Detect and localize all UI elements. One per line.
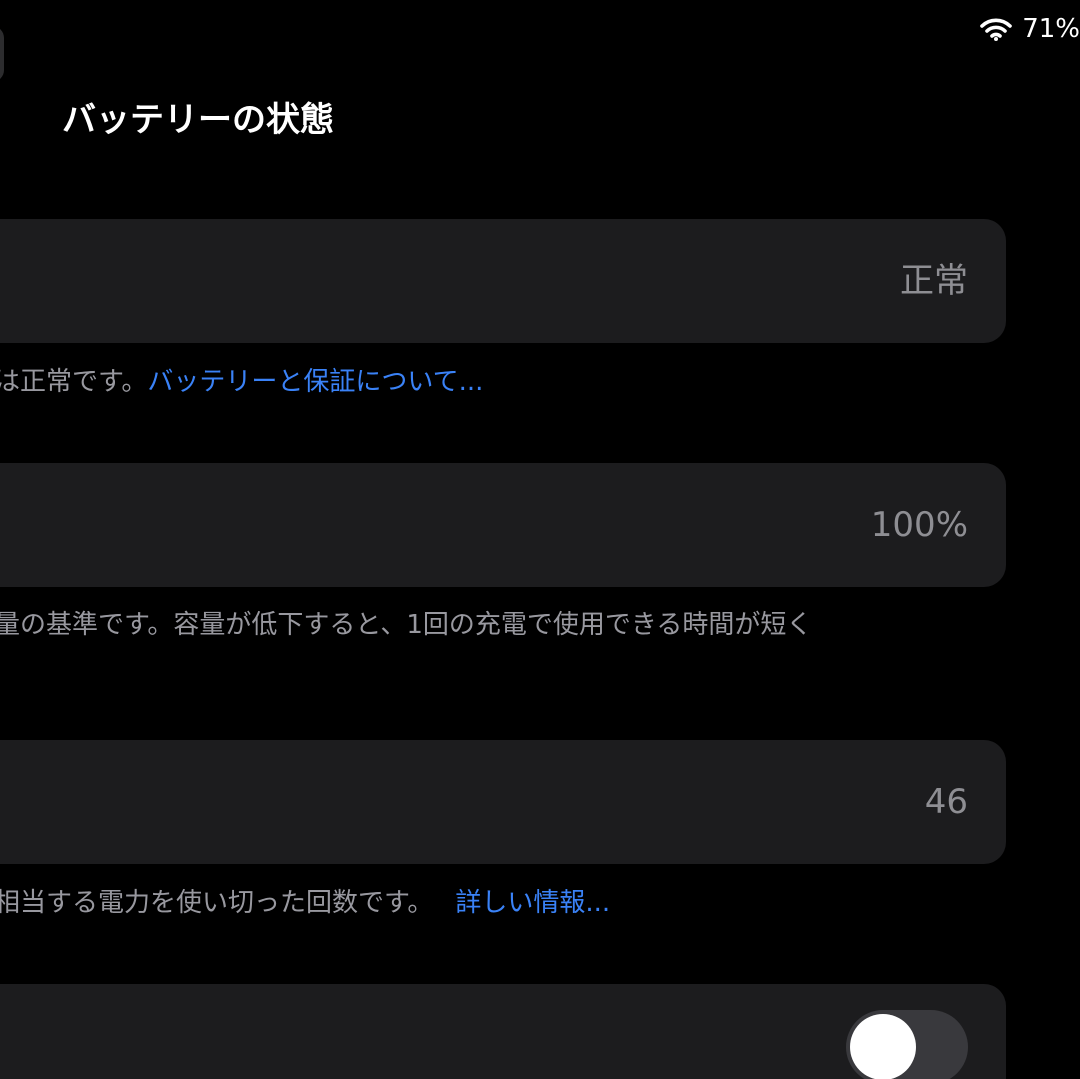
toggle-cell: [0, 984, 1006, 1079]
maximum-capacity-footnote-text: 量の基準です。容量が低下すると、1回の充電で使用できる時間が短く: [0, 610, 813, 640]
toggle-knob: [850, 1014, 916, 1079]
page-title: バッテリーの状態: [62, 100, 334, 140]
battery-warranty-link[interactable]: バッテリーと保証について...: [147, 367, 483, 397]
more-info-link[interactable]: 詳しい情報...: [455, 888, 610, 918]
status-bar: 71%: [980, 12, 1080, 46]
cycle-count-footnote: 相当する電力を使い切った回数です。 詳しい情報...: [0, 886, 610, 920]
maximum-capacity-footnote: 量の基準です。容量が低下すると、1回の充電で使用できる時間が短く: [0, 608, 812, 642]
battery-health-screen: 71% バッテリーの状態 正常 は正常です。バッテリーと保証について... 10…: [0, 0, 1080, 1079]
battery-percentage: 71%: [1022, 14, 1080, 44]
battery-health-footnote: は正常です。バッテリーと保証について...: [0, 365, 483, 399]
cycle-count-cell: 46: [0, 740, 1006, 864]
cycle-count-value: 46: [924, 782, 968, 822]
battery-health-footnote-text: は正常です。: [0, 367, 148, 397]
back-button[interactable]: [0, 26, 4, 82]
optimized-charging-toggle[interactable]: [846, 1010, 968, 1079]
maximum-capacity-cell: 100%: [0, 463, 1006, 587]
battery-health-cell: 正常: [0, 219, 1006, 343]
battery-health-value: 正常: [900, 261, 968, 301]
maximum-capacity-value: 100%: [870, 505, 968, 545]
cycle-count-footnote-text: 相当する電力を使い切った回数です。: [0, 888, 434, 918]
wifi-icon: [980, 17, 1013, 41]
